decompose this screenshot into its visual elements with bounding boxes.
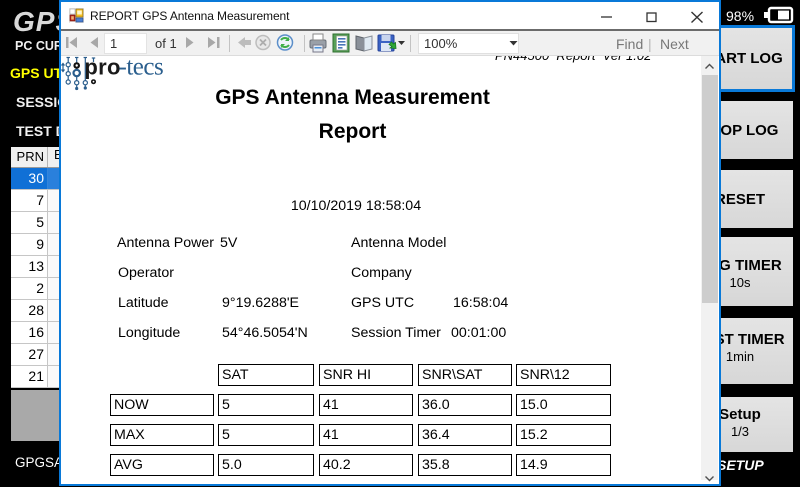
- svg-text:-tecs: -tecs: [119, 56, 164, 81]
- svg-text:pro: pro: [84, 56, 120, 80]
